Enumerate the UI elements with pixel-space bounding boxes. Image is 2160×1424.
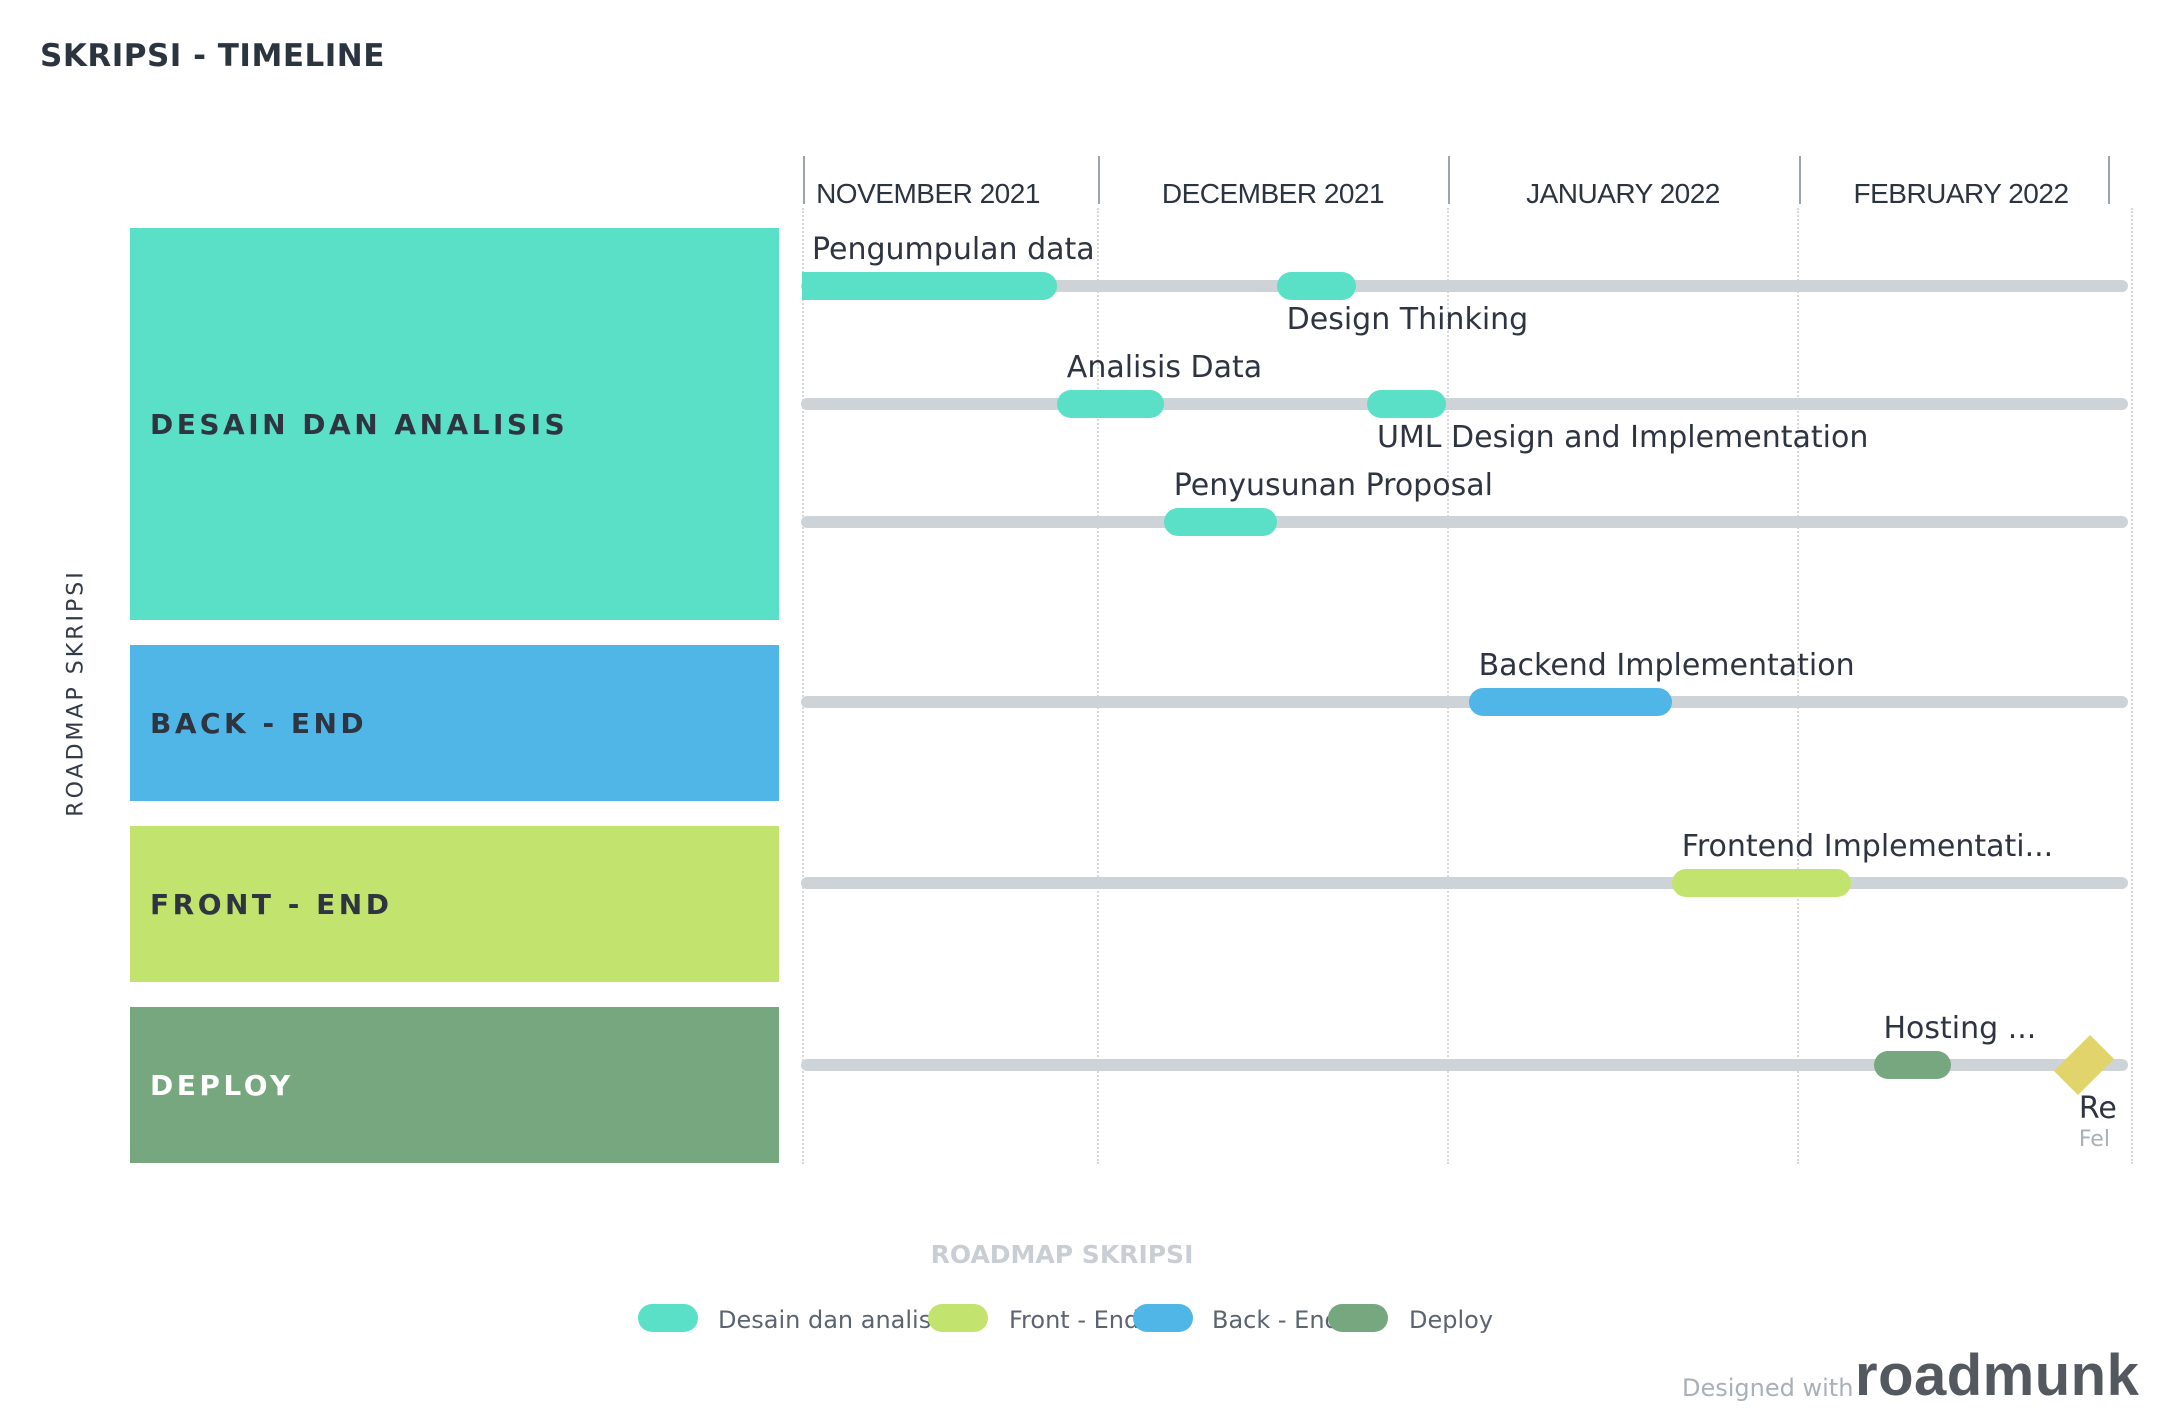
month-divider [1448,156,1450,204]
timeline-item-label: Pengumpulan data [812,232,1095,267]
grid-line [1797,208,1799,1164]
timeline-item-label: UML Design and Implementation [1376,420,1869,455]
month-divider [1098,156,1100,204]
month-label: NOVEMBER 2021 [816,178,1040,209]
lane-track [801,398,2128,410]
roadmunk-logo[interactable]: roadmunk [1855,1342,2139,1409]
y-axis-title: ROADMAP SKRIPSI [63,569,89,817]
month-divider [1799,156,1801,204]
month-label: FEBRUARY 2022 [1853,178,2069,209]
timeline-bar[interactable] [802,272,1057,300]
lane-track [801,516,2128,528]
timeline-bar[interactable] [1468,688,1672,716]
grid-line [802,208,804,1164]
legend-swatch [638,1304,698,1332]
legend-label: Deploy [1409,1306,1494,1334]
month-label: JANUARY 2022 [1526,178,1720,209]
lane-header-4[interactable]: DEPLOY [130,1007,779,1163]
grid-line [1447,208,1449,1164]
credit-text: Designed with [1682,1374,1854,1402]
chart-footer-title: ROADMAP SKRIPSI [930,1240,1194,1269]
lane-header-1[interactable]: DESAIN DAN ANALISIS [130,228,779,620]
timeline-item-label: Frontend Implementati... [1681,829,2054,864]
milestone-diamond[interactable] [2053,1034,2114,1096]
page-title: SKRIPSI - TIMELINE [40,38,385,74]
timeline-bar[interactable] [1366,390,1446,418]
legend-swatch [1328,1304,1388,1332]
timeline-item-label: Hosting ... [1883,1011,2037,1046]
legend-label: Back - End [1212,1306,1340,1334]
grid-line [2131,208,2133,1164]
lane-track [801,696,2128,708]
legend-label: Front - End [1009,1306,1140,1334]
month-divider [2108,156,2110,204]
timeline-bar[interactable] [1163,508,1277,536]
legend-swatch [1133,1304,1193,1332]
milestone-label: Re [2078,1091,2117,1126]
lane-header-2[interactable]: BACK - END [130,645,779,801]
timeline-item-label: Analisis Data [1066,350,1263,385]
timeline-item-label: Penyusunan Proposal [1173,468,1493,503]
month-label: DECEMBER 2021 [1161,178,1385,209]
milestone-date-label: Fel [2078,1127,2110,1152]
timeline-bar[interactable] [1056,390,1164,418]
timeline-bar[interactable] [1873,1051,1951,1079]
lane-header-3[interactable]: FRONT - END [130,826,779,982]
chart-clip [2134,150,2160,1170]
timeline-item-label: Design Thinking [1286,302,1529,337]
timeline-bar[interactable] [1671,869,1852,897]
lane-track [801,877,2128,889]
legend-swatch [928,1304,988,1332]
timeline-item-label: Backend Implementation [1478,648,1855,683]
month-divider [803,156,805,204]
timeline-bar[interactable] [1276,272,1356,300]
legend-label: Desain dan analisis [718,1306,951,1334]
